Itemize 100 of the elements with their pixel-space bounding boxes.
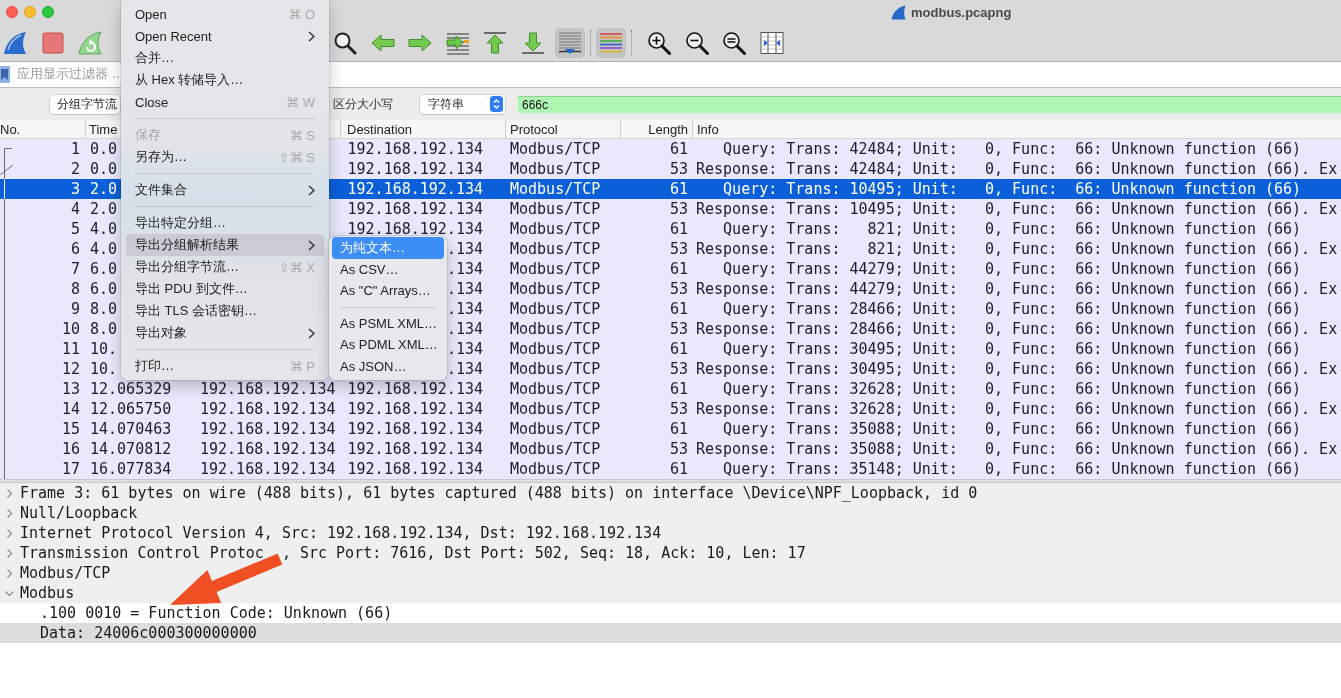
column-header[interactable]: Length [648,121,688,137]
menu-item[interactable]: Open ⌘ O [126,3,324,25]
table-cell: Response: Trans: 44279; Unit: 0, Func: 66: Unknown function (66). Ex [696,282,1338,296]
menu-item[interactable]: 导出分组字节流… ⇧⌘ X [126,256,324,278]
table-cell: 192.168.192.134 [347,462,483,476]
menu-item[interactable]: 从 Hex 转储导入… [126,69,324,91]
table-cell: Response: Trans: 42484; Unit: 0, Func: 66: Unknown function (66). Ex [696,162,1338,176]
shark-fin-icon [3,30,27,55]
table-cell: 192.168.192.134 [347,142,483,156]
chevron-right-icon [308,184,315,196]
table-cell: 61 [669,302,688,316]
chevron-right-icon[interactable] [5,568,14,578]
case-sensitive-label: 区分大小写 [333,95,393,113]
table-cell: 12 [61,362,80,376]
conversation-start-icon [4,148,12,159]
tree-item-text: Modbus/TCP [20,567,111,579]
menu-item[interactable]: As "C" Arrays… [332,280,444,302]
table-cell: 14 [61,402,80,416]
table-cell: 53 [669,402,688,416]
table-cell: 61 [669,142,688,156]
table-cell: 0.0 [90,142,118,156]
table-cell: 53 [669,162,688,176]
stepper-icon [490,96,503,112]
tree-row[interactable]: Frame 3: 61 bytes on wire (488 bits), 61 bytes captured (488 bits) on interface \Device\NPF_Loopback, id 0 [0,483,1341,503]
table-cell-text: Query: Trans: 821; Unit: 0, Func: 66: Unknown function (66) [722,222,1302,236]
table-cell-text: Query: Trans: 28466; Unit: 0, Func: 66: Unknown function (66) [722,302,1302,316]
table-cell-text: Query: Trans: 30495; Unit: 0, Func: 66: Unknown function (66) [722,342,1302,356]
table-cell: Modbus/TCP [510,282,601,296]
window-close-button[interactable] [6,6,18,18]
table-cell-text: Query: Trans: 35148; Unit: 0, Func: 66: Unknown function (66) [722,462,1302,476]
table-cell: 61 [669,422,688,436]
table-cell: 192.168.192.134 [347,422,483,436]
table-cell: 4 [70,202,80,216]
table-cell: .134 [446,362,483,376]
table-cell: 53 [669,282,688,296]
chevron-right-icon[interactable] [5,488,14,498]
chevron-right-icon[interactable] [5,548,14,558]
column-resize-icon [759,30,784,55]
table-cell: 61 [669,262,688,276]
down-to-bottom-icon [520,30,545,55]
column-header[interactable]: Info [697,121,719,137]
table-cell: Response: Trans: 30495; Unit: 0, Func: 66: Unknown function (66). Ex [696,362,1338,376]
table-cell-text: Query: Trans: 10495; Unit: 0, Func: 66: Unknown function (66) [722,182,1302,196]
column-header[interactable]: Destination [347,121,413,137]
table-cell: 10. [90,342,118,356]
menu-item[interactable]: 导出 PDU 到文件… [126,278,324,300]
tree-row[interactable]: Transmission Control Protoc , Src Port: 7616, Dst Port: 502, Seq: 18, Ack: 10, Len: 17 [0,543,1341,563]
table-cell: 2.0 [90,182,118,196]
chevron-right-icon[interactable] [5,528,14,538]
search-in-dropdown[interactable]: 分组字节流 [50,94,120,114]
table-cell: 61 [669,342,688,356]
table-cell: Modbus/TCP [510,262,601,276]
chevron-right-icon[interactable] [5,508,14,518]
table-cell: Modbus/TCP [510,182,601,196]
response-tick-icon [0,159,13,179]
table-cell: 2 [70,162,80,176]
table-cell: 16 [61,442,80,456]
window-zoom-button[interactable] [42,6,54,18]
column-header[interactable]: No. [0,121,21,137]
table-cell: .134 [446,242,483,256]
table-cell: Response: Trans: 32628; Unit: 0, Func: 66: Unknown function (66). Ex [696,402,1338,416]
table-cell: Modbus/TCP [510,162,601,176]
table-cell: Modbus/TCP [510,382,601,396]
table-cell: 53 [669,242,688,256]
menu-item[interactable]: 导出 TLS 会话密钥… [126,300,324,322]
search-type-dropdown[interactable]: 字符串 [420,94,505,114]
table-cell: Modbus/TCP [510,422,601,436]
table-cell: 8.0 [90,302,118,316]
column-header[interactable]: Time [89,121,118,137]
table-cell: 11 [61,342,80,356]
table-cell: 192.168.192.134 [347,382,483,396]
table-cell: 12.065329 [90,382,172,396]
tree-item-text: , Src Port: 7616, Dst Port: 502, Seq: 18, Ack: 10, Len: 17 [281,547,806,559]
column-header[interactable]: Protocol [510,121,558,137]
search-field[interactable]: 666c [518,95,1341,113]
shortcut-label: ⌘ O [288,6,315,22]
menu-item[interactable]: As CSV… [332,258,444,280]
tree-row[interactable]: Modbus [0,583,1341,603]
tree-row[interactable]: Null/Loopback [0,503,1341,523]
chevron-down-icon[interactable] [5,588,14,598]
menu-item[interactable]: Close ⌘ W [126,91,324,113]
table-cell: Modbus/TCP [510,462,601,476]
table-cell: 192.168.192.134 [200,442,336,456]
table-cell: Modbus/TCP [510,342,601,356]
window-minimize-button[interactable] [24,6,36,18]
tree-row[interactable]: Data: 24006c000300000000 [0,623,1341,643]
table-cell: 53 [669,322,688,336]
table-cell: 61 [669,182,688,196]
table-cell: 17 [61,462,80,476]
table-cell: 8 [70,282,80,296]
menu-item[interactable]: 文件集合 [126,179,324,201]
tree-row[interactable]: Modbus/TCP [0,563,1341,583]
tree-row[interactable]: Internet Protocol Version 4, Src: 192.168.192.134, Dst: 192.168.192.134 [0,523,1341,543]
table-cell: 6.0 [90,282,118,296]
menu-item[interactable]: 导出分组解析结果 [126,234,324,256]
table-cell: 14.070463 [90,422,172,436]
table-cell: Response: Trans: 10495; Unit: 0, Func: 66: Unknown function (66). Ex [696,202,1338,216]
menu-item[interactable]: Open Recent [126,25,324,47]
table-cell: 192.168.192.134 [200,422,336,436]
table-cell: Modbus/TCP [510,442,601,456]
